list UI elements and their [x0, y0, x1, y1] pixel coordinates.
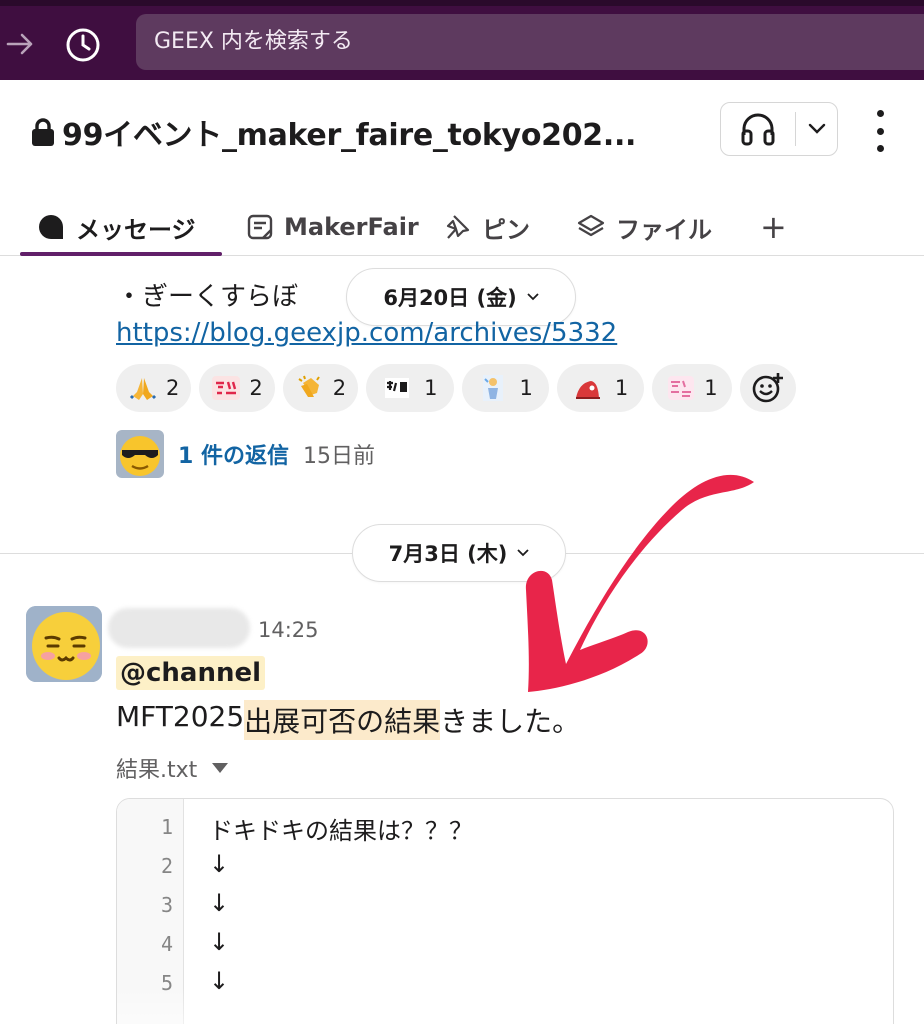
red-annotation-arrow-icon: [525, 474, 754, 692]
